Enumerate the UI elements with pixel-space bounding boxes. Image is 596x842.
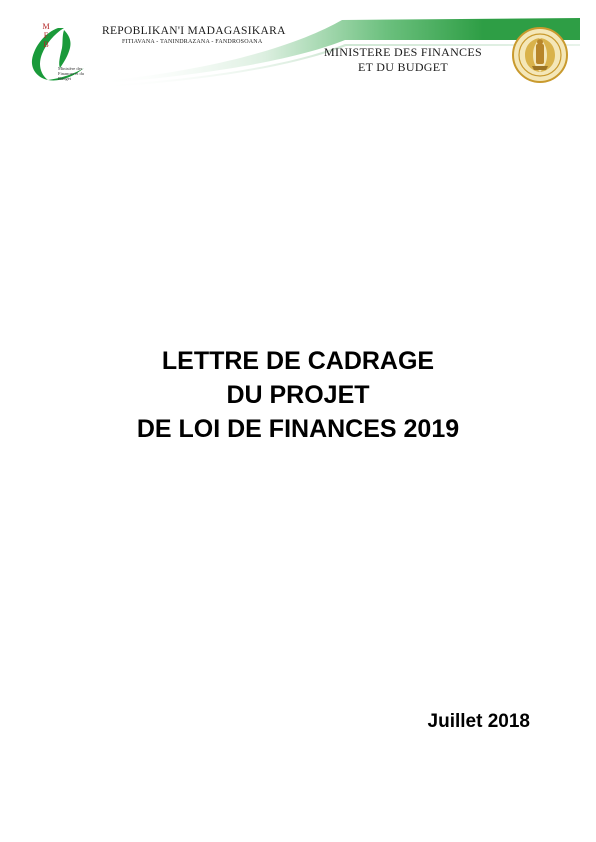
title-line-1: LETTRE DE CADRAGE (161, 347, 435, 375)
mfb-letter: B (43, 40, 49, 49)
coat-of-arms-icon (512, 27, 568, 83)
ministry-name-line1: MINISTERE DES FINANCES (324, 45, 482, 59)
mfb-letters: M F B (40, 22, 52, 49)
mfb-letter: F (43, 31, 49, 40)
national-motto: FITIAVANA - TANINDRAZANA - FANDROSOANA (122, 39, 263, 45)
republic-name: REPOBLIKAN'I MADAGASIKARA (102, 25, 286, 37)
document-header: M F B Ministère des Finances et du Budge… (0, 0, 596, 92)
document-date: Juillet 2018 (427, 711, 530, 732)
mfb-caption: Ministère des Finances et du Budget (58, 66, 84, 81)
ministry-name: MINISTERE DES FINANCES ET DU BUDGET (298, 45, 508, 75)
title-line-2: DU PROJET (226, 381, 370, 409)
title-line-3: DE LOI DE FINANCES 2019 (136, 415, 460, 443)
ministry-name-line2: ET DU BUDGET (357, 60, 449, 74)
mfb-letter: M (42, 22, 50, 31)
document-title: LETTRE DE CADRAGE DU PROJET DE LOI DE FI… (0, 344, 596, 446)
